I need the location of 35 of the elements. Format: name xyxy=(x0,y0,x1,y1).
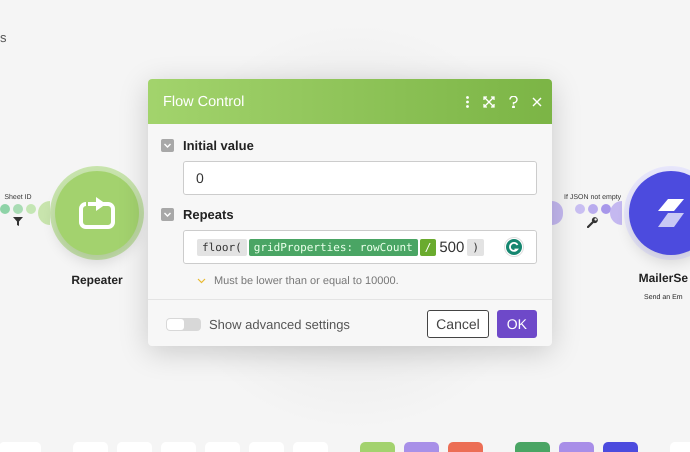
funnel-icon[interactable] xyxy=(13,217,23,226)
expression-token: ) xyxy=(467,238,484,256)
field-hint: Must be lower than or equal to 10000. xyxy=(214,275,399,287)
kebab-menu-icon[interactable] xyxy=(466,96,469,108)
module-title: MailerSe xyxy=(638,271,688,285)
initial-value-field[interactable]: 0 xyxy=(183,161,537,195)
expression-token: / xyxy=(420,238,436,256)
expand-icon[interactable] xyxy=(483,96,495,108)
connector-handle[interactable] xyxy=(38,201,50,225)
expression-field[interactable]: floor( gridProperties: rowCount / 500 ) xyxy=(183,230,537,264)
field-label: Repeats xyxy=(183,207,234,222)
module-node[interactable] xyxy=(624,166,690,260)
help-icon[interactable] xyxy=(509,96,518,108)
canvas-text: s xyxy=(0,30,6,45)
expression-text: 500 xyxy=(438,238,466,256)
connection-dots[interactable] xyxy=(0,204,36,214)
connector-handle[interactable] xyxy=(552,201,563,225)
ok-button[interactable]: OK xyxy=(496,310,537,338)
dialog-title: Flow Control xyxy=(163,94,246,110)
close-icon[interactable] xyxy=(532,96,542,106)
cancel-button[interactable]: Cancel xyxy=(427,310,489,338)
chevron-down-icon xyxy=(197,278,206,284)
toggle-switch[interactable] xyxy=(166,318,201,330)
toggle-label: Show advanced settings xyxy=(209,316,351,332)
module-title: Repeater xyxy=(71,273,123,287)
wrench-icon[interactable] xyxy=(587,217,598,228)
field-label: Initial value xyxy=(183,138,254,153)
connection-dots[interactable] xyxy=(574,204,611,214)
circle-arrow-icon[interactable] xyxy=(504,237,524,257)
connector-handle[interactable] xyxy=(610,201,622,225)
expression-token: floor( xyxy=(197,238,247,256)
expression-token: gridProperties: rowCount xyxy=(248,238,418,256)
collapse-toggle[interactable] xyxy=(161,139,174,152)
collapse-toggle[interactable] xyxy=(161,208,174,221)
repeat-icon xyxy=(78,196,116,230)
